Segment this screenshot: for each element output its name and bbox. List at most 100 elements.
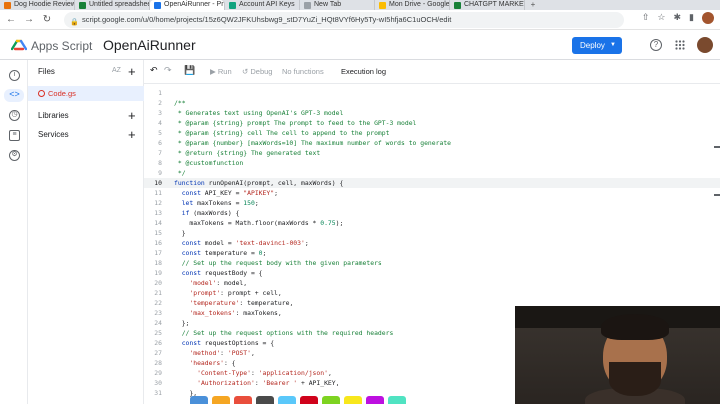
- triggers-icon[interactable]: ◷: [9, 110, 20, 121]
- code-text: 'headers': {: [189, 359, 236, 367]
- code-line[interactable]: 2 /**: [144, 98, 720, 108]
- apps-grid-icon[interactable]: [675, 40, 685, 50]
- project-name[interactable]: OpenAiRunner: [103, 37, 196, 53]
- code-text: }: [174, 229, 186, 237]
- dock-app-icon[interactable]: [234, 396, 252, 404]
- add-service-icon[interactable]: +: [128, 128, 136, 141]
- file-item[interactable]: Code.gs: [28, 86, 144, 101]
- line-number: 30: [154, 379, 162, 387]
- browser-tab[interactable]: New Tab: [300, 0, 375, 10]
- editor-icon[interactable]: <>: [9, 90, 20, 101]
- code-line[interactable]: 8 * @customfunction: [144, 158, 720, 168]
- dock-app-icon[interactable]: [366, 396, 384, 404]
- line-number: 14: [154, 219, 162, 227]
- tab-favicon-icon: [454, 2, 461, 9]
- code-line[interactable]: 18 // Set up the request body with the g…: [144, 258, 720, 268]
- run-button[interactable]: ▶ Run: [210, 67, 232, 76]
- line-number: 7: [158, 149, 162, 157]
- debug-label: Debug: [250, 67, 273, 76]
- code-line[interactable]: 5 * @param {string} cell The cell to app…: [144, 128, 720, 138]
- undo-icon[interactable]: ↶: [150, 65, 158, 76]
- account-avatar[interactable]: [697, 37, 713, 53]
- browser-tab[interactable]: CHATGPT MARKET: [450, 0, 525, 10]
- executions-icon[interactable]: ≡: [9, 130, 20, 141]
- chevron-down-icon: ▼: [610, 42, 616, 48]
- dock-app-icon[interactable]: [322, 396, 340, 404]
- code-line[interactable]: 6 * @param {number} [maxWords=10] The ma…: [144, 138, 720, 148]
- line-number: 17: [154, 249, 162, 257]
- code-text: const requestOptions = {: [181, 339, 275, 347]
- dock-app-icon[interactable]: [278, 396, 296, 404]
- code-line[interactable]: 15 }: [144, 228, 720, 238]
- back-icon[interactable]: ←: [4, 14, 18, 25]
- add-file-icon[interactable]: +: [128, 65, 136, 78]
- webcam-person-beard: [609, 362, 661, 396]
- dock-app-icon[interactable]: [212, 396, 230, 404]
- new-tab-button[interactable]: +: [525, 0, 541, 10]
- code-line[interactable]: 19 const requestBody = {: [144, 268, 720, 278]
- line-number: 2: [158, 99, 162, 107]
- code-line[interactable]: 10 function runOpenAI(prompt, cell, maxWo…: [144, 178, 720, 188]
- code-line[interactable]: 3 * Generates text using OpenAI's GPT-3 …: [144, 108, 720, 118]
- code-line[interactable]: 14 maxTokens = Math.floor(maxWords * 0.7…: [144, 218, 720, 228]
- line-number: 18: [154, 259, 162, 267]
- star-icon[interactable]: ☆: [657, 12, 665, 24]
- code-line[interactable]: 9 */: [144, 168, 720, 178]
- redo-icon[interactable]: ↷: [164, 65, 172, 76]
- code-text: let maxTokens = 150;: [181, 199, 259, 207]
- browser-tab[interactable]: Untitled spreadsheet: [75, 0, 150, 10]
- code-text: // Set up the request body with the give…: [174, 259, 382, 267]
- browser-tab[interactable]: Dog Hoodie Review: [0, 0, 75, 10]
- deploy-button[interactable]: Deploy ▼: [572, 37, 622, 54]
- code-line[interactable]: 16 const model = 'text-davinci-003';: [144, 238, 720, 248]
- dock-app-icon[interactable]: [256, 396, 274, 404]
- code-line[interactable]: 1: [144, 88, 720, 98]
- browser-tab[interactable]: Account API Keys: [225, 0, 300, 10]
- code-line[interactable]: 7 * @return {string} The generated text: [144, 148, 720, 158]
- line-number: 3: [158, 109, 162, 117]
- product-title[interactable]: Apps Script: [31, 39, 92, 53]
- debug-button[interactable]: ↺ Debug: [242, 67, 272, 76]
- line-number: 29: [154, 369, 162, 377]
- url-bar[interactable]: 🔒 script.google.com/u/0/home/projects/15…: [64, 11, 624, 28]
- deploy-button-label: Deploy: [580, 41, 605, 50]
- file-name: Code.gs: [48, 89, 76, 98]
- sidebar-icon[interactable]: ▮: [689, 12, 694, 24]
- add-library-icon[interactable]: +: [128, 109, 136, 122]
- code-text: * @param {string} prompt The prompt to f…: [174, 119, 417, 127]
- save-icon[interactable]: 💾: [184, 65, 195, 76]
- services-label: Services: [38, 130, 69, 139]
- line-number: 31: [154, 389, 162, 397]
- code-line[interactable]: 20 'model': model,: [144, 278, 720, 288]
- apps-script-logo-icon[interactable]: [11, 39, 27, 51]
- code-text: maxTokens = Math.floor(maxWords * 0.75);: [174, 219, 344, 227]
- browser-tab[interactable]: OpenAiRunner - Pr: [150, 0, 225, 10]
- dock-app-icon[interactable]: [190, 396, 208, 404]
- line-number: 22: [154, 299, 162, 307]
- browser-tab[interactable]: Mon Drive - Google: [375, 0, 450, 10]
- code-line[interactable]: 21 'prompt': prompt + cell,: [144, 288, 720, 298]
- dock-app-icon[interactable]: [300, 396, 318, 404]
- code-line[interactable]: 17 const temperature = 0;: [144, 248, 720, 258]
- code-text: // Set up the request options with the r…: [174, 329, 394, 337]
- overview-icon[interactable]: i: [9, 70, 20, 81]
- code-line[interactable]: 11 const API_KEY = "APIKEY";: [144, 188, 720, 198]
- help-icon[interactable]: ?: [650, 39, 662, 51]
- browser-profile-avatar[interactable]: [702, 12, 714, 24]
- code-line[interactable]: 12 let maxTokens = 150;: [144, 198, 720, 208]
- function-selector[interactable]: No functions: [282, 67, 324, 76]
- dock-app-icon[interactable]: [344, 396, 362, 404]
- extensions-icon[interactable]: ✱: [674, 12, 682, 24]
- code-line[interactable]: 4 * @param {string} prompt The prompt to…: [144, 118, 720, 128]
- sort-az-icon[interactable]: AZ: [112, 67, 121, 74]
- run-label: Run: [217, 67, 232, 76]
- code-text: const model = 'text-davinci-003';: [181, 239, 309, 247]
- settings-icon[interactable]: ⚙: [9, 150, 20, 161]
- code-line[interactable]: 13 if (maxWords) {: [144, 208, 720, 218]
- dock-app-icon[interactable]: [388, 396, 406, 404]
- reload-icon[interactable]: ↻: [40, 14, 54, 25]
- editor-toolbar: ↶ ↷ 💾 ▶ Run ↺ Debug No functions Executi…: [144, 60, 720, 84]
- forward-icon[interactable]: →: [22, 14, 36, 25]
- share-icon[interactable]: ⇧: [642, 12, 650, 24]
- execution-log-button[interactable]: Execution log: [341, 67, 386, 76]
